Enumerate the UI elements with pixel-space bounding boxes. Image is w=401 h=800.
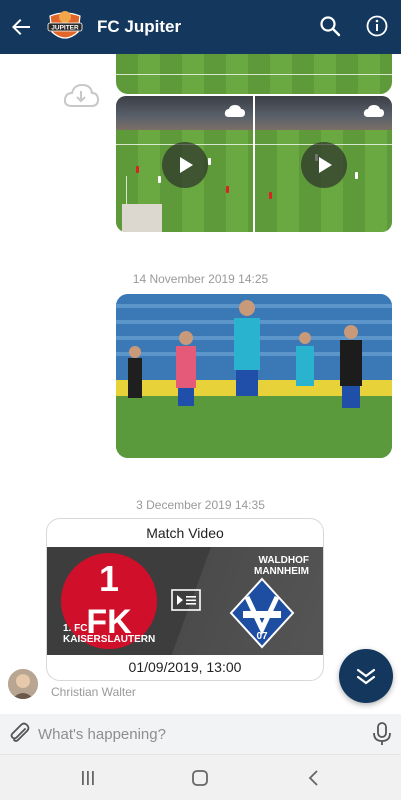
player-figure [208, 158, 211, 165]
message-composer [0, 714, 401, 754]
away-team-crest: 07 [229, 577, 295, 649]
message-timestamp: 14 November 2019 14:25 [132, 272, 269, 286]
avatar[interactable] [8, 669, 38, 699]
info-icon[interactable] [365, 14, 389, 38]
player-figure [158, 176, 161, 183]
recents-icon[interactable] [78, 769, 98, 787]
cloud-download-icon[interactable] [62, 82, 100, 110]
scroll-to-bottom-button[interactable] [339, 649, 393, 703]
pitch-line [116, 74, 392, 75]
play-icon[interactable] [162, 142, 208, 188]
club-logo: JUPITER [46, 8, 84, 46]
match-date: 01/09/2019, 13:00 [128, 659, 242, 675]
microphone-icon[interactable] [370, 721, 394, 747]
svg-text:JUPITER: JUPITER [51, 25, 79, 32]
chevron-double-down-icon [356, 668, 376, 685]
player-figure [355, 172, 358, 179]
image-message[interactable] [116, 54, 392, 94]
home-icon[interactable] [190, 769, 210, 787]
sender-name: Christian Walter [51, 685, 136, 699]
player-figure [226, 186, 229, 193]
match-card-title: Match Video [146, 525, 224, 541]
chat-title: FC Jupiter [97, 17, 182, 36]
message-timestamp: 3 December 2019 14:35 [136, 498, 265, 512]
app-bar: JUPITER FC Jupiter [0, 0, 401, 54]
cloud-icon [363, 104, 385, 118]
away-team-name: WALDHOF MANNHEIM [254, 555, 309, 577]
svg-text:07: 07 [256, 631, 268, 642]
video-icon [171, 589, 201, 611]
home-team-name: 1. FC KAISERSLAUTERN [63, 623, 156, 645]
back-arrow-icon[interactable] [8, 14, 34, 40]
system-nav-bar [0, 754, 401, 800]
player-figure [136, 166, 139, 173]
image-message[interactable] [116, 294, 392, 458]
match-banner: 1 FK 1. FC KAISERSLAUTERN 07 WALDHOF MAN… [47, 547, 323, 655]
cloud-icon [224, 104, 246, 118]
paperclip-icon[interactable] [8, 722, 32, 746]
play-icon[interactable] [301, 142, 347, 188]
player-figure [269, 192, 272, 199]
team-training-photo [116, 294, 392, 458]
search-icon[interactable] [318, 14, 342, 38]
match-video-card[interactable]: Match Video 1 FK 1. FC KAISERSLAUTERN 07 [46, 518, 324, 681]
message-input[interactable] [38, 720, 358, 748]
back-icon[interactable] [304, 769, 324, 787]
svg-text:1: 1 [99, 558, 119, 599]
bench-area [122, 204, 162, 232]
chat-message-list[interactable]: 14 November 2019 14:25 3 December 2019 1… [0, 54, 401, 714]
video-thumbnail[interactable] [255, 96, 392, 232]
video-thumbnail[interactable] [116, 96, 253, 232]
